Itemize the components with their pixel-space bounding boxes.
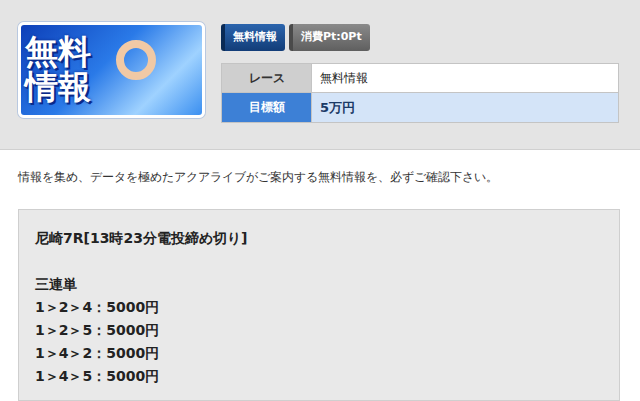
tag: 無料情報 <box>221 24 285 51</box>
tag-row: 無料情報消費Pt:0Pt <box>221 24 620 51</box>
tag: 消費Pt:0Pt <box>289 24 370 51</box>
banner-text: 無料情報 <box>25 35 94 104</box>
spacer <box>35 250 603 273</box>
intro-text: 情報を集め、データを極めたアクアライブがご案内する無料情報を、必ずご確認下さい。 <box>0 150 640 186</box>
info-table: レース無料情報目標額5万円 <box>221 63 619 124</box>
info-row: レース無料情報 <box>222 63 619 92</box>
info-label: 目標額 <box>222 92 312 123</box>
bet-line: 1＞4＞2：5000円 <box>35 342 603 365</box>
info-panel: 無料情報消費Pt:0Ptレース無料情報目標額5万円 <box>221 22 620 123</box>
banner: 無料情報 <box>18 22 205 118</box>
info-value: 5万円 <box>312 92 619 123</box>
hand-icon <box>116 40 156 80</box>
pick-box: 尼崎7R[13時23分電投締め切り] 三連単1＞2＞4：5000円1＞2＞5：50… <box>18 209 620 401</box>
info-label: レース <box>222 63 312 92</box>
bet-type: 三連単 <box>35 273 603 296</box>
bet-line: 1＞2＞5：5000円 <box>35 319 603 342</box>
race-title: 尼崎7R[13時23分電投締め切り] <box>35 227 603 250</box>
header: 無料情報無料情報消費Pt:0Ptレース無料情報目標額5万円 <box>0 0 640 150</box>
info-value: 無料情報 <box>312 63 619 92</box>
bet-line: 1＞2＞4：5000円 <box>35 296 603 319</box>
info-row: 目標額5万円 <box>222 92 619 123</box>
bet-line: 1＞4＞5：5000円 <box>35 365 603 388</box>
